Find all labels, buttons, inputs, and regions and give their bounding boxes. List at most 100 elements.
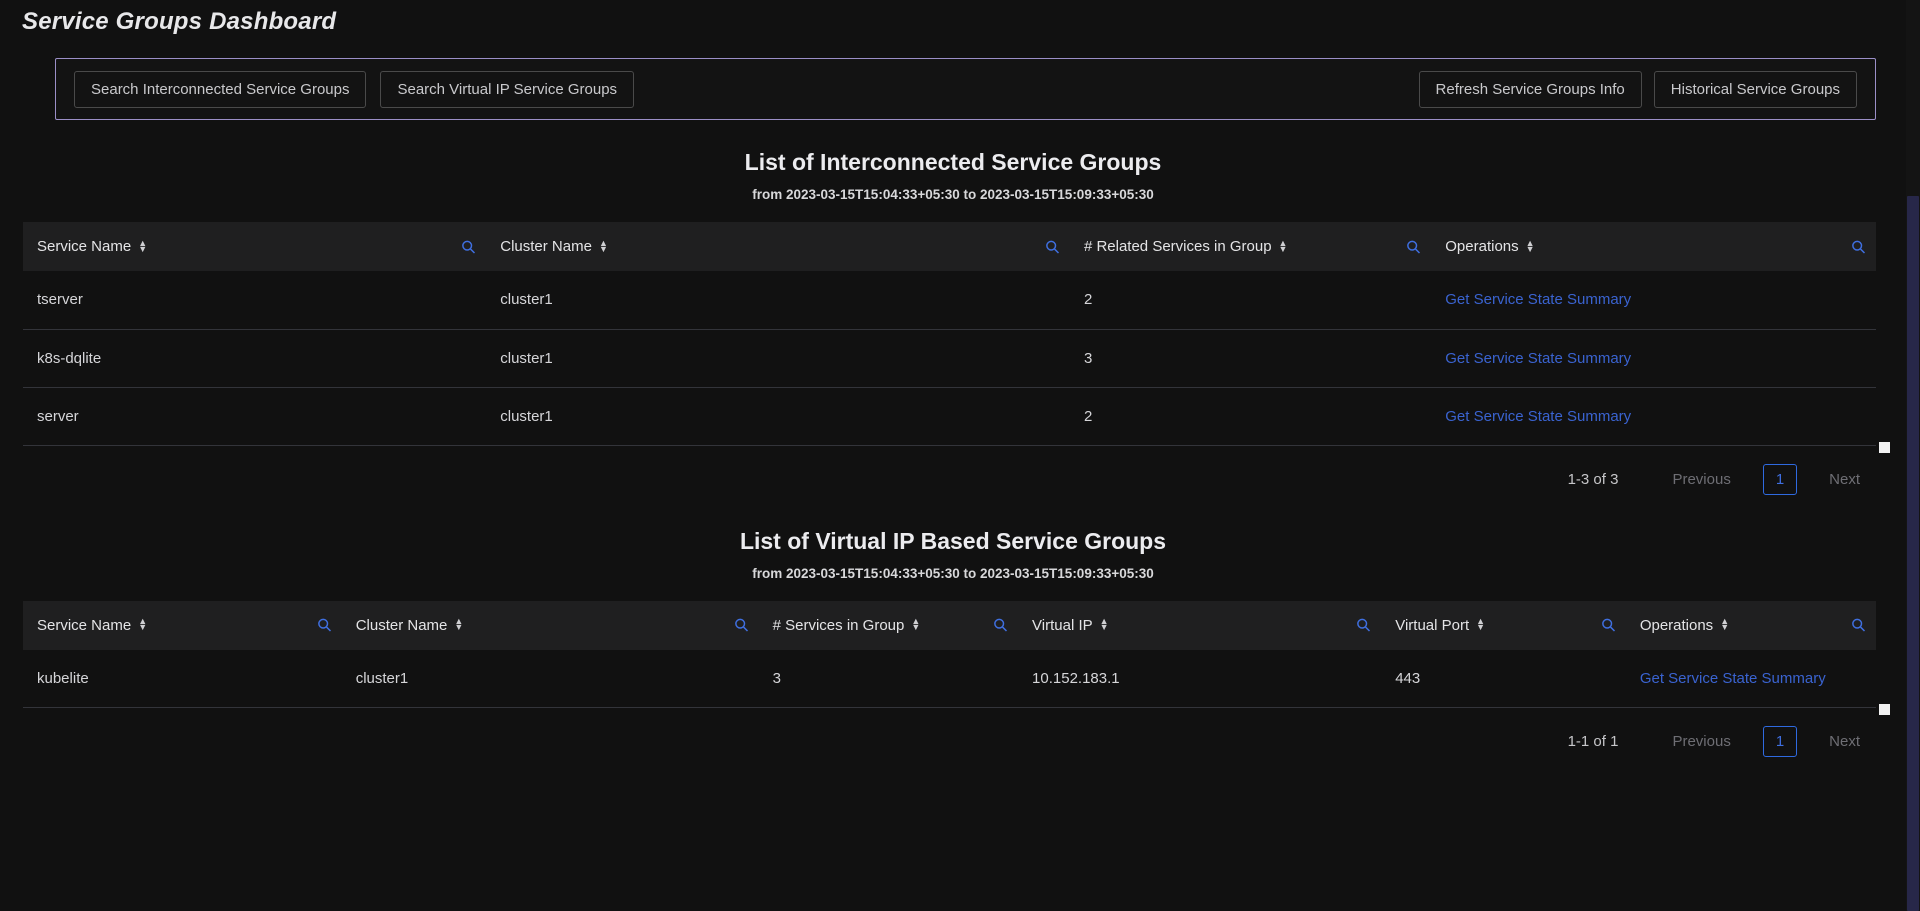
toolbar-left-group: Search Interconnected Service Groups Sea…: [74, 70, 635, 108]
pagination-next-button[interactable]: Next: [1819, 727, 1870, 756]
search-interconnected-service-groups-button[interactable]: Search Interconnected Service Groups: [74, 70, 367, 108]
column-label-operations: Operations: [1639, 616, 1714, 634]
pagination-next-button[interactable]: Next: [1819, 465, 1870, 494]
search-icon[interactable]: [1851, 618, 1866, 633]
cell-operations: Get Service State Summary: [1625, 649, 1876, 708]
table-header-row: Service Name ▲ ▼ Cluster Name: [23, 600, 1876, 650]
column-header-service-name[interactable]: Service Name ▲ ▼: [23, 222, 486, 271]
sort-updown-icon[interactable]: ▲ ▼: [1100, 617, 1109, 632]
page-scrollbar-track[interactable]: [1906, 0, 1920, 911]
search-icon[interactable]: [1045, 239, 1060, 254]
cell-operations: Get Service State Summary: [1431, 271, 1876, 330]
cell-cluster-name: cluster1: [341, 649, 759, 708]
pagination-interconnected: 1-3 of 3 Previous 1 Next: [0, 463, 1870, 495]
cell-related-services-count: 2: [1069, 387, 1432, 446]
get-service-state-summary-link[interactable]: Get Service State Summary: [1445, 408, 1631, 425]
page-scrollbar-thumb[interactable]: [1907, 196, 1919, 911]
page-title: Service Groups Dashboard: [22, 8, 337, 35]
sort-updown-icon[interactable]: ▲ ▼: [1476, 617, 1485, 632]
column-header-operations[interactable]: Operations ▲ ▼: [1626, 601, 1876, 650]
column-label-cluster-name: Cluster Name: [355, 616, 448, 634]
sort-updown-icon[interactable]: ▲ ▼: [454, 617, 463, 632]
cell-service-name: kubelite: [23, 649, 342, 708]
get-service-state-summary-link[interactable]: Get Service State Summary: [1640, 670, 1826, 687]
section-timerange-virtual-ip: from 2023-03-15T15:04:33+05:30 to 2023-0…: [752, 565, 1154, 581]
sort-updown-icon[interactable]: ▲ ▼: [599, 238, 608, 253]
cell-cluster-name: cluster1: [486, 271, 1070, 330]
sort-updown-icon[interactable]: ▲ ▼: [1526, 238, 1535, 253]
column-label-service-name: Service Name: [37, 238, 132, 255]
column-label-virtual-ip: Virtual IP: [1032, 616, 1093, 634]
toolbar-right-group: Refresh Service Groups Info Historical S…: [1418, 70, 1857, 108]
column-header-services-count[interactable]: # Services in Group ▲ ▼: [759, 601, 1018, 650]
cell-service-name: tserver: [23, 271, 487, 330]
search-icon[interactable]: [993, 618, 1008, 633]
pagination-page-1-button[interactable]: 1: [1762, 726, 1798, 757]
column-header-related-services-count[interactable]: # Related Services in Group ▲ ▼: [1070, 222, 1431, 271]
interconnected-table-wrapper: Service Name ▲ ▼ Cluster Name ▲ ▼ # Rela…: [23, 222, 1890, 453]
get-service-state-summary-link[interactable]: Get Service State Summary: [1445, 291, 1631, 308]
search-icon[interactable]: [461, 239, 476, 254]
sort-updown-icon[interactable]: ▲ ▼: [138, 238, 147, 253]
virtual-ip-table-body: kubelite cluster1 3 10.152.183.1 443 Get…: [23, 649, 1876, 708]
cell-cluster-name: cluster1: [486, 387, 1070, 446]
cell-service-name: k8s-dqlite: [23, 329, 487, 388]
cell-operations: Get Service State Summary: [1431, 329, 1876, 388]
search-icon[interactable]: [1406, 239, 1421, 254]
column-header-cluster-name[interactable]: Cluster Name ▲ ▼: [342, 601, 759, 650]
table-row: server cluster1 2 Get Service State Summ…: [23, 387, 1876, 446]
column-header-cluster-name[interactable]: Cluster Name ▲ ▼: [486, 222, 1070, 271]
sort-updown-icon[interactable]: ▲ ▼: [1279, 238, 1288, 253]
section-title-virtual-ip: List of Virtual IP Based Service Groups: [739, 527, 1167, 554]
search-icon[interactable]: [317, 618, 332, 633]
section-interconnected-service-groups: List of Interconnected Service Groups fr…: [0, 148, 1906, 495]
pagination-previous-button[interactable]: Previous: [1662, 727, 1740, 756]
sort-updown-icon[interactable]: ▲ ▼: [1720, 617, 1729, 632]
get-service-state-summary-link[interactable]: Get Service State Summary: [1445, 350, 1631, 367]
pagination-virtual-ip: 1-1 of 1 Previous 1 Next: [0, 726, 1870, 757]
horizontal-scroll-nub[interactable]: [1879, 704, 1890, 715]
interconnected-table-head: Service Name ▲ ▼ Cluster Name ▲ ▼ # Rela…: [23, 222, 1876, 271]
search-virtual-ip-service-groups-button[interactable]: Search Virtual IP Service Groups: [380, 70, 635, 108]
column-header-service-name[interactable]: Service Name ▲ ▼: [23, 601, 342, 650]
historical-service-groups-button[interactable]: Historical Service Groups: [1653, 70, 1857, 108]
cell-service-name: server: [23, 387, 487, 446]
cell-related-services-count: 3: [1069, 329, 1432, 388]
actions-toolbar: Search Interconnected Service Groups Sea…: [55, 58, 1876, 120]
column-header-virtual-port[interactable]: Virtual Port ▲ ▼: [1381, 601, 1626, 650]
sort-updown-icon[interactable]: ▲ ▼: [911, 617, 920, 632]
search-icon[interactable]: [1356, 618, 1371, 633]
refresh-service-groups-info-button[interactable]: Refresh Service Groups Info: [1418, 70, 1642, 108]
pagination-page-1-button[interactable]: 1: [1762, 463, 1798, 495]
table-row: k8s-dqlite cluster1 3 Get Service State …: [23, 329, 1876, 388]
virtual-ip-table-wrapper: Service Name ▲ ▼ Cluster Name ▲ ▼ # Serv…: [23, 600, 1890, 715]
table-header-row: Service Name ▲ ▼ Cluster Name: [23, 222, 1876, 271]
column-label-virtual-port: Virtual Port: [1395, 616, 1470, 634]
virtual-ip-service-groups-table: Service Name ▲ ▼ Cluster Name ▲ ▼ # Serv…: [23, 600, 1876, 708]
cell-virtual-port: 443: [1381, 649, 1626, 708]
interconnected-service-groups-table: Service Name ▲ ▼ Cluster Name ▲ ▼ # Rela…: [23, 222, 1876, 446]
sort-updown-icon[interactable]: ▲ ▼: [138, 617, 147, 632]
pagination-count: 1-1 of 1: [1567, 733, 1619, 750]
column-label-services-count: # Services in Group: [772, 616, 905, 634]
column-header-virtual-ip[interactable]: Virtual IP ▲ ▼: [1018, 601, 1381, 650]
search-icon[interactable]: [734, 618, 749, 633]
column-header-operations[interactable]: Operations ▲ ▼: [1431, 222, 1876, 271]
section-title-interconnected: List of Interconnected Service Groups: [744, 149, 1162, 175]
table-row: kubelite cluster1 3 10.152.183.1 443 Get…: [23, 649, 1876, 708]
section-virtual-ip-service-groups: List of Virtual IP Based Service Groups …: [0, 527, 1906, 757]
section-timerange-interconnected: from 2023-03-15T15:04:33+05:30 to 2023-0…: [752, 187, 1154, 202]
cell-operations: Get Service State Summary: [1431, 387, 1876, 446]
horizontal-scroll-nub[interactable]: [1879, 441, 1890, 453]
pagination-count: 1-3 of 3: [1567, 470, 1619, 488]
table-row: tserver cluster1 2 Get Service State Sum…: [23, 271, 1876, 330]
search-icon[interactable]: [1851, 239, 1866, 254]
search-icon[interactable]: [1601, 618, 1616, 633]
cell-cluster-name: cluster1: [486, 329, 1070, 388]
column-label-service-name: Service Name: [37, 616, 132, 634]
cell-virtual-ip: 10.152.183.1: [1018, 649, 1382, 708]
column-label-related-services-count: # Related Services in Group: [1083, 238, 1272, 255]
cell-services-count: 3: [758, 649, 1019, 708]
pagination-previous-button[interactable]: Previous: [1662, 465, 1740, 494]
virtual-ip-table-head: Service Name ▲ ▼ Cluster Name ▲ ▼ # Serv…: [23, 600, 1876, 650]
